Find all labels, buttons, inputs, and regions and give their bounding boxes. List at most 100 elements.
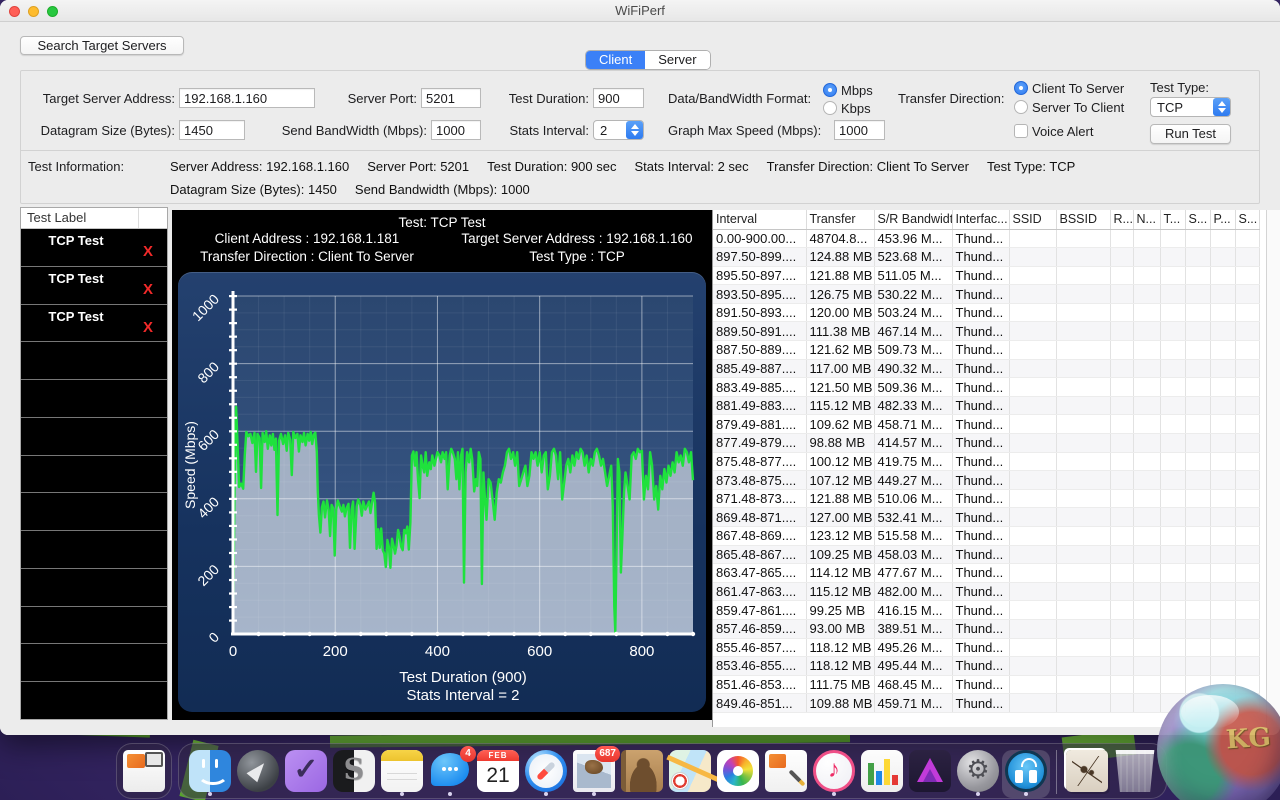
- dock-item-maps[interactable]: [666, 750, 714, 798]
- dock-item-mail[interactable]: 687: [570, 750, 618, 798]
- server-port-input[interactable]: [421, 88, 481, 108]
- run-test-button[interactable]: Run Test: [1150, 124, 1231, 144]
- table-row[interactable]: 873.48-875....107.12 MB449.27 M...Thund.…: [713, 471, 1259, 490]
- test-label-column-header[interactable]: Test Label: [21, 208, 167, 229]
- table-row[interactable]: 877.49-879....98.88 MB414.57 M...Thund..…: [713, 434, 1259, 453]
- delete-test-icon[interactable]: X: [143, 243, 153, 260]
- test-list-row[interactable]: [21, 531, 167, 568]
- table-column-header[interactable]: SSID: [1009, 210, 1056, 229]
- table-cell: [1185, 527, 1210, 546]
- tab-client[interactable]: Client: [586, 51, 645, 69]
- dock-item-downloads[interactable]: [1063, 750, 1111, 798]
- title-bar[interactable]: WiFiPerf: [0, 0, 1280, 22]
- dock-item-finder[interactable]: [186, 750, 234, 798]
- dock-item-notes[interactable]: [378, 750, 426, 798]
- table-row[interactable]: 889.50-891....111.38 MB467.14 M...Thund.…: [713, 322, 1259, 341]
- table-row[interactable]: 891.50-893....120.00 MB503.24 M...Thund.…: [713, 303, 1259, 322]
- dock-item-messages[interactable]: 4: [426, 750, 474, 798]
- table-row[interactable]: 881.49-883....115.12 MB482.33 M...Thund.…: [713, 396, 1259, 415]
- results-table[interactable]: IntervalTransferS/R BandwidthInterfac...…: [712, 210, 1266, 727]
- table-row[interactable]: 871.48-873....121.88 MB510.06 M...Thund.…: [713, 489, 1259, 508]
- kbps-radio[interactable]: [823, 101, 837, 115]
- table-column-header[interactable]: S...: [1185, 210, 1210, 229]
- dock-item-minimized-window[interactable]: [120, 750, 168, 798]
- dock-item-calendar[interactable]: FEB21: [474, 750, 522, 798]
- voice-alert-checkbox[interactable]: [1014, 124, 1028, 138]
- dock-item-contacts[interactable]: [618, 750, 666, 798]
- test-list-row[interactable]: [21, 607, 167, 644]
- test-list-row[interactable]: [21, 493, 167, 530]
- test-list-row[interactable]: [21, 456, 167, 493]
- table-row[interactable]: 875.48-877....100.12 MB419.75 M...Thund.…: [713, 452, 1259, 471]
- table-header-row[interactable]: IntervalTransferS/R BandwidthInterfac...…: [713, 210, 1259, 229]
- table-row[interactable]: 897.50-899....124.88 MB523.68 M...Thund.…: [713, 248, 1259, 267]
- datagram-size-input[interactable]: [179, 120, 245, 140]
- test-list-row[interactable]: TCP TestX: [21, 229, 167, 266]
- dock-item-safari[interactable]: [522, 750, 570, 798]
- dock-item-photos[interactable]: [714, 750, 762, 798]
- table-row[interactable]: 887.50-889....121.62 MB509.73 M...Thund.…: [713, 341, 1259, 360]
- table-row[interactable]: 879.49-881....109.62 MB458.71 M...Thund.…: [713, 415, 1259, 434]
- client-to-server-radio[interactable]: [1014, 81, 1028, 95]
- test-list-row[interactable]: [21, 644, 167, 681]
- dock-item-scrivener[interactable]: S: [330, 750, 378, 798]
- table-row[interactable]: 857.46-859....93.00 MB389.51 M...Thund..…: [713, 619, 1259, 638]
- table-cell: [1133, 396, 1160, 415]
- target-server-address-input[interactable]: [179, 88, 315, 108]
- table-row[interactable]: 895.50-897....121.88 MB511.05 M...Thund.…: [713, 266, 1259, 285]
- dock-item-numbers[interactable]: [858, 750, 906, 798]
- mbps-radio[interactable]: [823, 83, 837, 97]
- table-column-header[interactable]: Transfer: [806, 210, 874, 229]
- dock-item-wifiperf[interactable]: [1002, 750, 1050, 798]
- table-column-header[interactable]: P...: [1210, 210, 1235, 229]
- dock-item-itunes[interactable]: ♪: [810, 750, 858, 798]
- stats-interval-popup[interactable]: 2: [593, 120, 644, 140]
- table-column-header[interactable]: T...: [1160, 210, 1185, 229]
- table-row[interactable]: 863.47-865....114.12 MB477.67 M...Thund.…: [713, 564, 1259, 583]
- table-row[interactable]: 893.50-895....126.75 MB530.22 M...Thund.…: [713, 285, 1259, 304]
- test-duration-input[interactable]: [593, 88, 644, 108]
- table-scrollbar[interactable]: [1266, 210, 1280, 727]
- table-row[interactable]: 0.00-900.00...48704.8...453.96 M...Thund…: [713, 229, 1259, 248]
- table-row[interactable]: 859.47-861....99.25 MB416.15 M...Thund..…: [713, 601, 1259, 620]
- dock-item-trash[interactable]: [1111, 750, 1159, 798]
- search-target-servers-button[interactable]: Search Target Servers: [20, 36, 184, 55]
- test-info-item: Test Type: TCP: [987, 159, 1075, 174]
- graph-max-speed-input[interactable]: [834, 120, 885, 140]
- test-list-row[interactable]: [21, 569, 167, 606]
- test-list-row[interactable]: [21, 380, 167, 417]
- table-column-header[interactable]: N...: [1133, 210, 1160, 229]
- send-bandwidth-input[interactable]: [431, 120, 481, 140]
- table-column-header[interactable]: S/R Bandwidth: [874, 210, 952, 229]
- test-list-row[interactable]: [21, 682, 167, 719]
- table-row[interactable]: 855.46-857....118.12 MB495.26 M...Thund.…: [713, 638, 1259, 657]
- server-to-client-radio[interactable]: [1014, 100, 1028, 114]
- delete-test-icon[interactable]: X: [143, 281, 153, 298]
- table-row[interactable]: 869.48-871....127.00 MB532.41 M...Thund.…: [713, 508, 1259, 527]
- test-list-row[interactable]: [21, 418, 167, 455]
- test-list-row[interactable]: TCP TestX: [21, 305, 167, 342]
- dock-item-pages[interactable]: [762, 750, 810, 798]
- test-type-popup[interactable]: TCP: [1150, 97, 1231, 117]
- dock-item-affinity-photo[interactable]: [906, 750, 954, 798]
- table-row[interactable]: 853.46-855....118.12 MB495.44 M...Thund.…: [713, 657, 1259, 676]
- table-row[interactable]: 861.47-863....115.12 MB482.00 M...Thund.…: [713, 582, 1259, 601]
- tab-server[interactable]: Server: [645, 51, 709, 69]
- table-row[interactable]: 883.49-885....121.50 MB509.36 M...Thund.…: [713, 378, 1259, 397]
- table-row[interactable]: 867.48-869....123.12 MB515.58 M...Thund.…: [713, 527, 1259, 546]
- table-row[interactable]: 865.48-867....109.25 MB458.03 M...Thund.…: [713, 545, 1259, 564]
- table-column-header[interactable]: Interval: [713, 210, 806, 229]
- table-cell: Thund...: [952, 396, 1009, 415]
- table-column-header[interactable]: BSSID: [1056, 210, 1110, 229]
- table-row[interactable]: 885.49-887....117.00 MB490.32 M...Thund.…: [713, 359, 1259, 378]
- test-list-row[interactable]: [21, 342, 167, 379]
- dock-item-omnifocus[interactable]: [282, 750, 330, 798]
- table-column-header[interactable]: R...: [1110, 210, 1133, 229]
- delete-test-icon[interactable]: X: [143, 319, 153, 336]
- table-column-header[interactable]: Interfac...: [952, 210, 1009, 229]
- dock-item-system-preferences[interactable]: ⚙: [954, 750, 1002, 798]
- table-row[interactable]: 851.46-853....111.75 MB468.45 M...Thund.…: [713, 675, 1259, 694]
- test-list-row[interactable]: TCP TestX: [21, 267, 167, 304]
- table-column-header[interactable]: S...: [1235, 210, 1259, 229]
- dock-item-launchpad[interactable]: [234, 750, 282, 798]
